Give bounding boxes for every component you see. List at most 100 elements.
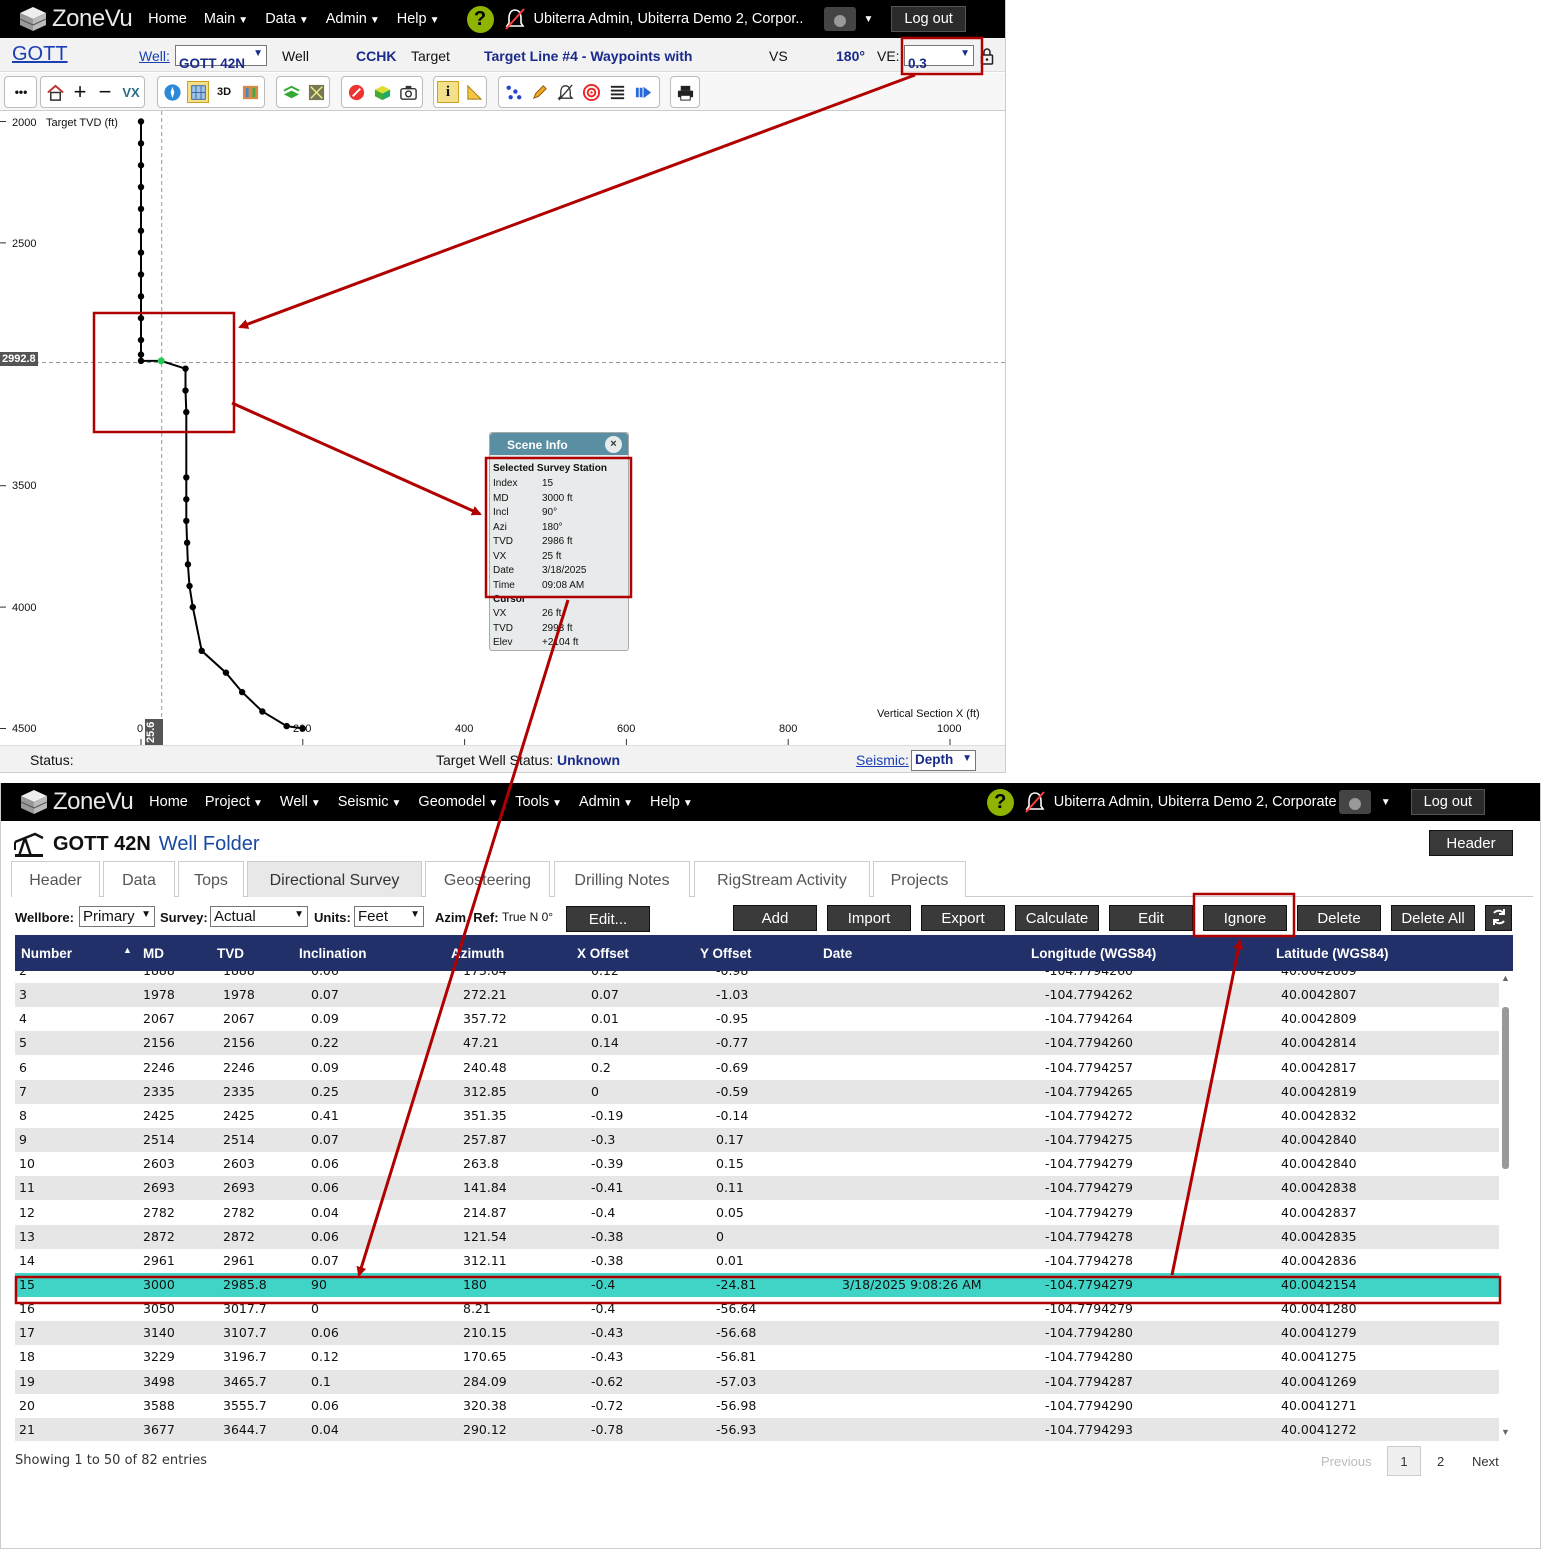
nav-admin[interactable]: Admin ▼	[326, 11, 380, 27]
user-name[interactable]: Ubiterra Admin, Ubiterra Demo 2, Corpor.…	[534, 11, 804, 27]
survey-point[interactable]	[182, 365, 189, 372]
survey-point[interactable]	[182, 387, 189, 394]
table-row[interactable]: 13 2872 2872 0.06 121.54 -0.38 0 -104.7794278 40…	[15, 1224, 1499, 1249]
logout-button[interactable]: Log out	[891, 6, 966, 32]
horizon-icon[interactable]	[280, 81, 302, 103]
table-row[interactable]: 14 2961 2961 0.07 312.11 -0.38 0.01 -104.779427…	[15, 1249, 1499, 1273]
nav-home[interactable]: Home	[149, 794, 188, 810]
table-row[interactable]: 19 3498 3465.7 0.1 284.09 -0.62 -57.03 -104.779…	[15, 1369, 1499, 1394]
survey-point[interactable]	[137, 162, 145, 169]
survey-point[interactable]	[137, 336, 145, 344]
tab-rigstream-activity[interactable]: RigStream Activity	[694, 861, 870, 897]
import-button[interactable]: Import	[827, 905, 911, 931]
bell-muted-icon[interactable]	[504, 7, 526, 31]
tab-drilling-notes[interactable]: Drilling Notes	[554, 861, 690, 897]
edit-button[interactable]: Edit	[1109, 905, 1193, 931]
arrow-right-icon[interactable]	[632, 81, 654, 103]
lock-icon[interactable]	[980, 47, 994, 65]
help-question-icon[interactable]: ?	[986, 788, 1014, 816]
zoom-out-icon[interactable]: −	[94, 79, 116, 104]
add-button[interactable]: Add	[733, 905, 817, 931]
nav-main[interactable]: Main ▼	[204, 11, 248, 27]
nav-tools[interactable]: Tools ▼	[515, 794, 562, 810]
col-number[interactable]: Number	[21, 946, 72, 961]
table-scrollbar[interactable]: ▲ ▼	[1501, 973, 1510, 1437]
survey-point[interactable]	[198, 647, 205, 655]
survey-point[interactable]	[183, 474, 190, 481]
user-caret-icon[interactable]: ▼	[864, 14, 874, 25]
col-tvd[interactable]: TVD	[217, 946, 244, 961]
scrollbar-thumb[interactable]	[1502, 1007, 1509, 1169]
col-date[interactable]: Date	[823, 946, 852, 961]
ignore-button[interactable]: Ignore	[1203, 905, 1287, 931]
survey-point[interactable]	[137, 314, 145, 322]
table-row[interactable]: 11 2693 2693 0.06 141.84 -0.41 0.11 -104.779427…	[15, 1176, 1499, 1201]
survey-point[interactable]	[222, 669, 230, 676]
seismic-link[interactable]: Seismic:	[856, 752, 909, 768]
nav-well[interactable]: Well ▼	[280, 794, 321, 810]
table-row[interactable]: 8 2425 2425 0.41 351.35 -0.19 -0.14 -104.779427…	[15, 1104, 1499, 1128]
logout-button[interactable]: Log out	[1410, 789, 1486, 815]
zoom-in-icon[interactable]: +	[69, 79, 91, 104]
nav-help[interactable]: Help ▼	[650, 794, 693, 810]
avatar[interactable]	[1338, 790, 1371, 814]
survey-point[interactable]	[259, 708, 266, 715]
delete-button[interactable]: Delete	[1297, 905, 1381, 931]
survey-point[interactable]	[183, 539, 191, 546]
geobody-icon[interactable]	[371, 81, 393, 103]
survey-point[interactable]	[137, 205, 145, 213]
col-inclination[interactable]: Inclination	[299, 946, 367, 961]
col-y-offset[interactable]: Y Offset	[700, 946, 752, 961]
survey-point[interactable]	[137, 351, 145, 358]
seismic-select[interactable]: Depth ▼	[911, 750, 976, 771]
survey-point[interactable]	[283, 722, 290, 730]
nav-seismic[interactable]: Seismic ▼	[338, 794, 402, 810]
table-row[interactable]: 15 3000 2985.8 90 180 -0.4 -24.81 3/18/2025 9:0…	[15, 1272, 1499, 1297]
tab-projects[interactable]: Projects	[873, 861, 966, 897]
scatter-points-icon[interactable]	[502, 81, 524, 103]
calculate-button[interactable]: Calculate	[1015, 905, 1099, 931]
ruler-icon[interactable]	[463, 81, 485, 103]
selected-survey-point[interactable]	[157, 357, 165, 365]
tab-geosteering[interactable]: Geosteering	[425, 861, 550, 897]
bell-muted-icon[interactable]	[1024, 790, 1046, 814]
tab-data[interactable]: Data	[103, 861, 175, 897]
survey-point[interactable]	[238, 688, 246, 696]
refresh-button[interactable]	[1485, 905, 1512, 931]
scroll-down-icon[interactable]: ▼	[1501, 1427, 1510, 1437]
map-layers-icon[interactable]	[239, 81, 261, 103]
survey-point[interactable]	[184, 561, 192, 568]
survey-point[interactable]	[183, 517, 190, 525]
help-question-icon[interactable]: ?	[466, 5, 494, 33]
edit-azim-ref-button[interactable]: Edit...	[566, 906, 650, 932]
survey-point[interactable]	[186, 582, 193, 590]
close-icon[interactable]: ×	[605, 436, 622, 453]
avatar[interactable]	[823, 7, 856, 31]
info-icon[interactable]: i	[437, 81, 459, 103]
table-row[interactable]: 12 2782 2782 0.04 214.87 -0.4 0.05 -104.7794279…	[15, 1201, 1499, 1225]
pager-next[interactable]: Next	[1472, 1454, 1499, 1469]
table-row[interactable]: 6 2246 2246 0.09 240.48 0.2 -0.69 -104.7794257 4…	[15, 1056, 1499, 1080]
sort-asc-icon[interactable]: ▲	[123, 945, 132, 955]
table-row[interactable]: 7 2335 2335 0.25 312.85 0 -0.59 -104.7794265 40.…	[15, 1079, 1499, 1104]
home-view-icon[interactable]	[44, 81, 66, 103]
nav-home[interactable]: Home	[148, 11, 187, 27]
nav-data[interactable]: Data ▼	[265, 11, 309, 27]
vx-icon[interactable]: VX	[120, 81, 142, 103]
no-entry-icon[interactable]	[345, 81, 367, 103]
scene-info-popup[interactable]: Scene Info × Selected Survey Station Inde…	[489, 432, 629, 651]
wellpath-polyline[interactable]	[140, 121, 303, 730]
table-row[interactable]: 21 3677 3644.7 0.04 290.12 -0.78 -56.93 -104.77…	[15, 1417, 1499, 1441]
tab-tops[interactable]: Tops	[178, 861, 244, 897]
survey-point[interactable]	[137, 227, 145, 234]
zonevu-logo[interactable]: ZoneVu	[18, 5, 133, 33]
wellbore-select[interactable]: Primary ▼	[79, 906, 155, 927]
camera-icon[interactable]	[397, 81, 419, 103]
table-row[interactable]: 2 1888 1888 0.06 173.04 0.12 -0.98 -104.7794260…	[15, 971, 1499, 983]
survey-point[interactable]	[183, 496, 190, 503]
zonevu-logo[interactable]: ZoneVu	[19, 788, 134, 816]
col-latitude[interactable]: Latitude (WGS84)	[1276, 946, 1389, 961]
grid-view-icon[interactable]	[187, 81, 209, 103]
survey-point[interactable]	[183, 408, 190, 416]
list-lines-icon[interactable]	[606, 81, 628, 103]
